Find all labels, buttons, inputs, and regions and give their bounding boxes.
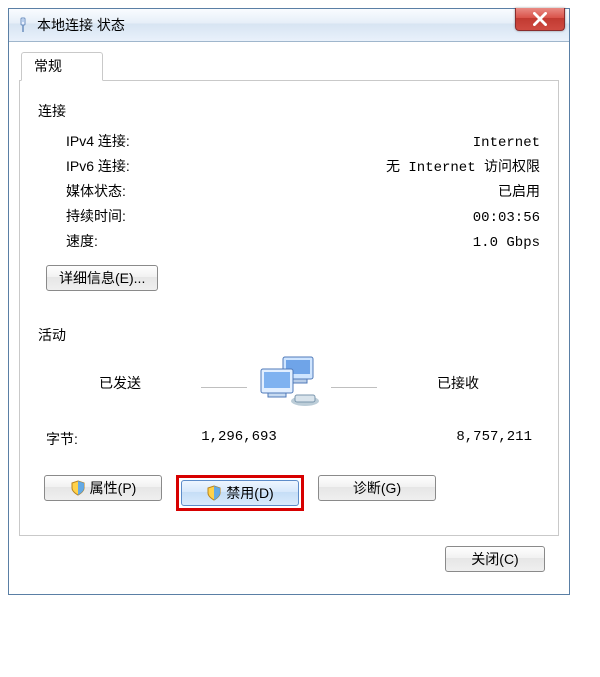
- close-icon: [533, 12, 547, 26]
- shield-icon: [206, 485, 222, 501]
- window-title: 本地连接 状态: [37, 15, 125, 35]
- value-ipv4: Internet: [196, 135, 540, 151]
- value-media: 已启用: [196, 181, 540, 201]
- label-duration: 持续时间:: [66, 206, 196, 226]
- activity-line-left: [201, 387, 247, 388]
- activity-line-right: [331, 387, 377, 388]
- bytes-label: 字节:: [46, 429, 126, 449]
- label-media: 媒体状态:: [66, 181, 196, 201]
- label-ipv6: IPv6 连接:: [66, 156, 196, 176]
- dialog-footer: 关闭(C): [19, 536, 559, 584]
- client-area: 常规 连接 IPv4 连接: Internet IPv6 连接: 无 Inter…: [9, 42, 569, 594]
- close-dialog-button[interactable]: 关闭(C): [445, 546, 545, 572]
- row-duration: 持续时间: 00:03:56: [66, 206, 540, 226]
- activity-buttons: 属性(P) 禁用(D) 诊: [44, 475, 540, 511]
- computers-icon: [253, 355, 325, 411]
- value-speed: 1.0 Gbps: [196, 235, 540, 251]
- network-adapter-icon: [15, 17, 31, 33]
- activity-diagram: 已发送: [38, 355, 540, 411]
- disable-highlight: 禁用(D): [176, 475, 304, 511]
- tab-panel-general: 连接 IPv4 连接: Internet IPv6 连接: 无 Internet…: [19, 81, 559, 536]
- tab-strip: 常规: [19, 52, 559, 81]
- row-ipv4: IPv4 连接: Internet: [66, 131, 540, 151]
- value-ipv6: 无 Internet 访问权限: [196, 156, 540, 176]
- activity-received-column: 已接收: [383, 373, 533, 393]
- details-button[interactable]: 详细信息(E)...: [46, 265, 158, 291]
- disable-button-label: 禁用(D): [226, 483, 273, 503]
- label-speed: 速度:: [66, 231, 196, 251]
- row-speed: 速度: 1.0 Gbps: [66, 231, 540, 251]
- activity-sent-column: 已发送: [45, 373, 195, 393]
- shield-icon: [70, 480, 86, 496]
- row-ipv6: IPv6 连接: 无 Internet 访问权限: [66, 156, 540, 176]
- tab-general[interactable]: 常规: [21, 52, 103, 81]
- properties-button[interactable]: 属性(P): [44, 475, 162, 501]
- close-button[interactable]: [515, 8, 565, 31]
- connection-section-title: 连接: [38, 101, 540, 121]
- status-dialog: 本地连接 状态 常规 连接 IPv4 连接: Internet IPv6 连接:…: [8, 8, 570, 595]
- value-duration: 00:03:56: [196, 210, 540, 226]
- disable-button[interactable]: 禁用(D): [181, 480, 299, 506]
- titlebar[interactable]: 本地连接 状态: [9, 9, 569, 42]
- bytes-row: 字节: 1,296,693 8,757,211: [46, 429, 532, 449]
- properties-button-label: 属性(P): [90, 478, 137, 498]
- received-label: 已接收: [437, 373, 479, 393]
- bytes-sent-value: 1,296,693: [149, 429, 329, 449]
- activity-section: 活动 已发送: [38, 325, 540, 511]
- bytes-received-value: 8,757,211: [352, 429, 532, 449]
- diagnose-button[interactable]: 诊断(G): [318, 475, 436, 501]
- row-media-state: 媒体状态: 已启用: [66, 181, 540, 201]
- activity-section-title: 活动: [38, 325, 540, 345]
- sent-label: 已发送: [99, 373, 141, 393]
- label-ipv4: IPv4 连接:: [66, 131, 196, 151]
